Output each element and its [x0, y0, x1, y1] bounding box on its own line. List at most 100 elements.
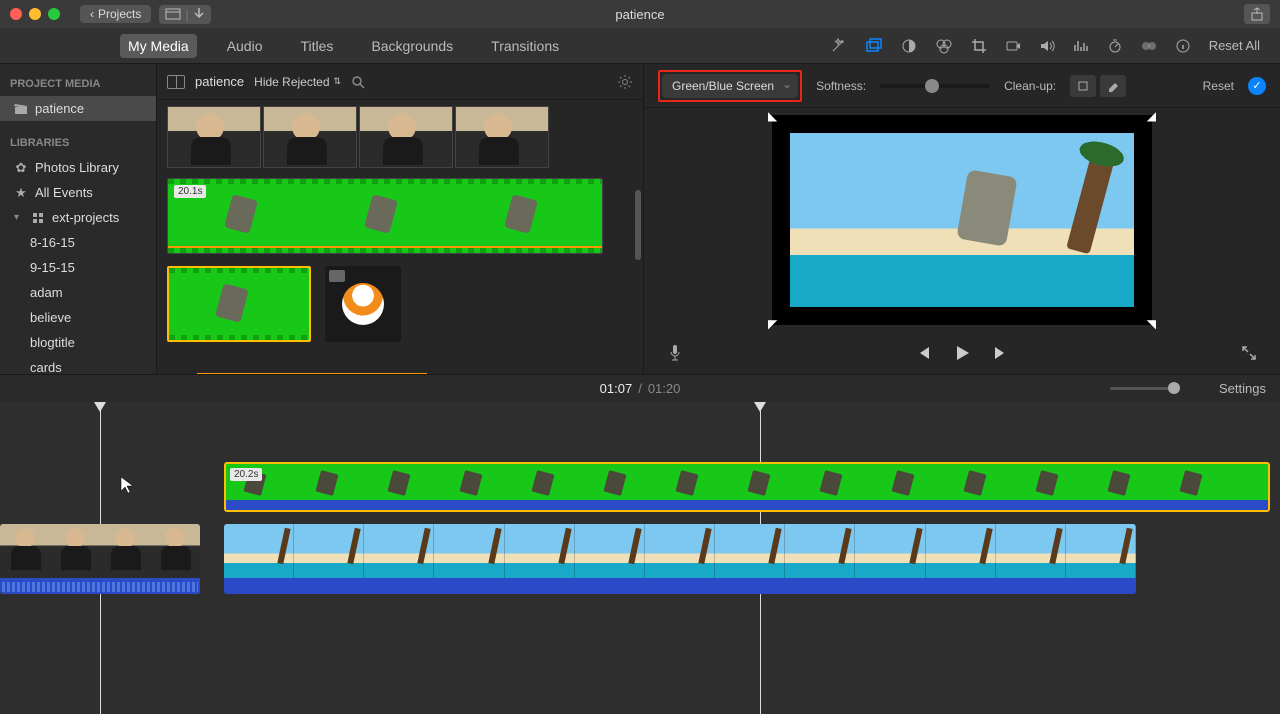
sidebar-event-blogtitle[interactable]: blogtitle: [0, 330, 156, 355]
share-icon: [1250, 7, 1264, 21]
download-icon[interactable]: [193, 7, 205, 22]
browser-scrollbar[interactable]: [635, 190, 641, 260]
sidebar-all-events[interactable]: ★ All Events: [0, 180, 156, 205]
softness-label: Softness:: [816, 79, 866, 93]
play-button[interactable]: [953, 344, 971, 362]
timeline-settings-button[interactable]: Settings: [1219, 381, 1266, 396]
library-icon: [31, 211, 45, 225]
zoom-window-button[interactable]: [48, 8, 60, 20]
window-title: patience: [615, 7, 664, 22]
gear-icon[interactable]: [617, 74, 633, 90]
speed-icon[interactable]: [1107, 38, 1123, 54]
sidebar-ext-projects[interactable]: ▾ ext-projects: [0, 205, 156, 230]
overlay-mode-dropdown[interactable]: Green/Blue Screen: [662, 74, 798, 98]
timeline-zoom-slider[interactable]: [1110, 387, 1180, 390]
clip-bb8-photo[interactable]: [325, 266, 401, 342]
sidebar-event-adam[interactable]: adam: [0, 280, 156, 305]
current-time: 01:07: [600, 381, 633, 396]
video-overlay-icon[interactable]: [865, 37, 883, 55]
browser-event-name: patience: [195, 74, 244, 89]
reset-all-button[interactable]: Reset All: [1209, 38, 1260, 53]
main-toolbar: My Media Audio Titles Backgrounds Transi…: [0, 28, 1280, 64]
clip-duration-badge: 20.1s: [174, 185, 206, 198]
divider: |: [185, 7, 188, 22]
mouse-cursor-icon: [120, 476, 134, 494]
sidebar-event-9-15-15[interactable]: 9-15-15: [0, 255, 156, 280]
share-button[interactable]: [1244, 4, 1270, 24]
tab-backgrounds[interactable]: Backgrounds: [363, 34, 461, 58]
enhance-icon[interactable]: [829, 37, 847, 55]
clip-filter-icon[interactable]: [1141, 39, 1157, 53]
sidebar-photos-library[interactable]: ✿ Photos Library: [0, 155, 156, 180]
browser-tabs: My Media Audio Titles Backgrounds Transi…: [120, 34, 567, 58]
tab-transitions[interactable]: Transitions: [483, 34, 567, 58]
minimize-window-button[interactable]: [29, 8, 41, 20]
timeline-clip-beach[interactable]: [224, 524, 1136, 594]
chevron-down-icon: ▾: [14, 212, 24, 223]
preview-content: [790, 133, 1134, 307]
main-area: PROJECT MEDIA patience LIBRARIES ✿ Photo…: [0, 64, 1280, 374]
sidebar-project-patience[interactable]: patience: [0, 96, 156, 121]
search-icon[interactable]: [351, 75, 365, 89]
cleanup-label: Clean-up:: [1004, 79, 1056, 93]
tab-titles[interactable]: Titles: [293, 34, 342, 58]
tab-audio[interactable]: Audio: [219, 34, 271, 58]
title-bar: ‹ Projects | patience: [0, 0, 1280, 28]
overlay-mode-value: Green/Blue Screen: [672, 79, 774, 93]
video-preview[interactable]: ◣ ◢ ◤ ◥: [772, 115, 1152, 325]
timeline-overlay-clip[interactable]: 20.2s: [224, 462, 1270, 512]
sidebar-item-label: cards: [30, 360, 62, 375]
cleanup-eraser-button[interactable]: [1100, 75, 1126, 97]
crop-icon[interactable]: [971, 38, 987, 54]
sidebar-event-believe[interactable]: believe: [0, 305, 156, 330]
clip-green-screen-cat[interactable]: 20.1s: [167, 178, 603, 254]
sidebar-item-label: 8-16-15: [30, 235, 75, 250]
stabilization-icon[interactable]: [1005, 39, 1021, 53]
overlay-mode-highlight: Green/Blue Screen: [658, 70, 802, 102]
time-info-bar: 01:07 / 01:20 Settings: [0, 374, 1280, 402]
corner-handle-icon[interactable]: ◥: [1147, 317, 1156, 331]
next-button[interactable]: [993, 345, 1009, 361]
preview-area: ◣ ◢ ◤ ◥: [644, 108, 1280, 332]
cleanup-crop-button[interactable]: [1070, 75, 1096, 97]
color-correction-icon[interactable]: [935, 38, 953, 54]
noise-reduction-icon[interactable]: [1073, 39, 1089, 53]
apply-checkmark-button[interactable]: ✓: [1248, 77, 1266, 95]
timeline-clip-person[interactable]: [0, 524, 200, 594]
clip-duration-badge: 20.2s: [230, 468, 262, 481]
window-controls: [10, 8, 60, 20]
sidebar-item-label: believe: [30, 310, 71, 325]
overlay-reset-button[interactable]: Reset: [1203, 79, 1234, 93]
sidebar-item-label: blogtitle: [30, 335, 75, 350]
clip-green-cat-selected[interactable]: [167, 266, 311, 342]
color-balance-icon[interactable]: [901, 38, 917, 54]
volume-icon[interactable]: [1039, 39, 1055, 53]
fullscreen-icon[interactable]: [1242, 346, 1256, 360]
back-to-projects-button[interactable]: ‹ Projects: [80, 5, 151, 23]
microphone-icon[interactable]: [668, 344, 682, 362]
info-icon[interactable]: [1175, 38, 1191, 54]
corner-handle-icon[interactable]: ◢: [1147, 109, 1156, 123]
close-window-button[interactable]: [10, 8, 22, 20]
sidebar-item-label: All Events: [35, 185, 93, 200]
corner-handle-icon[interactable]: ◤: [768, 317, 777, 331]
clips-area: 20.1s: [157, 100, 643, 374]
sidebar-event-8-16-15[interactable]: 8-16-15: [0, 230, 156, 255]
tab-my-media[interactable]: My Media: [120, 34, 197, 58]
clip-filmstrip-1[interactable]: [167, 106, 633, 168]
timeline[interactable]: 20.2s: [0, 402, 1280, 714]
corner-handle-icon[interactable]: ◣: [768, 109, 777, 123]
layout-toggle-icon[interactable]: [167, 75, 185, 89]
star-icon: ★: [14, 186, 28, 200]
browser-toolbar: patience Hide Rejected ⇅: [157, 64, 643, 100]
chevron-left-icon: ‹: [90, 7, 94, 21]
previous-button[interactable]: [915, 345, 931, 361]
slider-thumb[interactable]: [925, 79, 939, 93]
updown-icon: ⇅: [334, 76, 342, 87]
media-browser: patience Hide Rejected ⇅ 20.1s: [156, 64, 644, 374]
import-media-icon[interactable]: [165, 7, 181, 22]
softness-slider[interactable]: [880, 84, 990, 88]
overlay-controls-bar: Green/Blue Screen Softness: Clean-up: Re…: [644, 64, 1280, 108]
sidebar-item-label: Photos Library: [35, 160, 119, 175]
filter-dropdown[interactable]: Hide Rejected ⇅: [254, 75, 341, 89]
